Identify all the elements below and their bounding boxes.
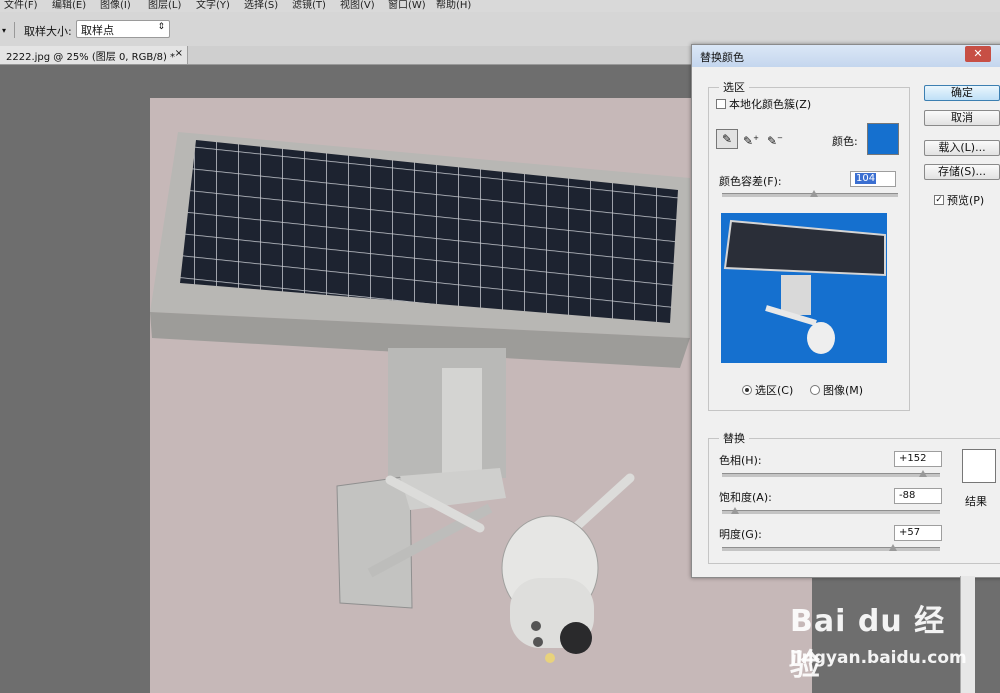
selection-mode-label: 选区(C) xyxy=(755,384,794,397)
select-arrows-icon: ⇕ xyxy=(157,22,165,32)
menu-item-5[interactable]: 选择(S) xyxy=(244,0,278,11)
menu-item-7[interactable]: 视图(V) xyxy=(340,0,375,11)
image-mode-label: 图像(M) xyxy=(823,384,864,397)
cancel-button[interactable]: 取消 xyxy=(924,110,1000,126)
eyedropper-plus-icon[interactable]: ✎+ xyxy=(740,129,762,149)
localized-clusters-label: 本地化颜色簇(Z) xyxy=(729,98,812,111)
hue-input[interactable]: +152 xyxy=(894,451,942,467)
selection-group-label: 选区 xyxy=(723,81,745,94)
document-tab[interactable]: 2222.jpg @ 25% (图层 0, RGB/8) * × xyxy=(0,46,188,64)
menu-item-6[interactable]: 滤镜(T) xyxy=(292,0,326,11)
preview-checkbox[interactable]: ✓ xyxy=(934,195,944,205)
sample-size-label: 取样大小: xyxy=(24,25,72,38)
color-label: 颜色: xyxy=(832,135,858,148)
lightness-slider[interactable] xyxy=(722,547,940,551)
replace-color-dialog: 替换颜色 ✕ 选区 本地化颜色簇(Z) ✎ ✎+ ✎− 颜色: 颜色容差(F):… xyxy=(691,44,1000,578)
close-dialog-button[interactable]: ✕ xyxy=(965,46,991,62)
menu-item-8[interactable]: 窗口(W) xyxy=(388,0,426,11)
saturation-input[interactable]: -88 xyxy=(894,488,942,504)
lightness-label: 明度(G): xyxy=(719,528,762,541)
watermark-url: jingyan.baidu.com xyxy=(790,648,967,668)
sample-size-select[interactable]: 取样点 ⇕ xyxy=(76,20,170,38)
baidu-watermark: Bai du 经验 jingyan.baidu.com xyxy=(790,590,967,690)
preview-label: 预览(P) xyxy=(947,194,985,207)
save-button[interactable]: 存储(S)... xyxy=(924,164,1000,180)
selection-mode-radio[interactable] xyxy=(742,385,752,395)
preview-thumbnail xyxy=(723,219,886,354)
selection-preview xyxy=(721,213,887,363)
fuzziness-slider-thumb[interactable] xyxy=(809,190,818,197)
eyedropper-icon[interactable]: ✎ xyxy=(716,129,738,149)
close-tab-icon[interactable]: × xyxy=(175,48,183,59)
saturation-label: 饱和度(A): xyxy=(719,491,772,504)
result-color-swatch[interactable] xyxy=(962,449,996,483)
lightness-input[interactable]: +57 xyxy=(894,525,942,541)
hue-slider-thumb[interactable] xyxy=(918,470,927,477)
dialog-title: 替换颜色 xyxy=(692,45,1000,67)
saturation-slider[interactable] xyxy=(722,510,940,514)
hue-label: 色相(H): xyxy=(719,454,762,467)
lightness-slider-thumb[interactable] xyxy=(889,544,898,551)
sample-size-value: 取样点 xyxy=(81,24,114,37)
watermark-brand: Bai du 经验 xyxy=(790,604,946,683)
menu-item-2[interactable]: 图像(I) xyxy=(100,0,131,11)
saturation-slider-thumb[interactable] xyxy=(731,507,740,514)
ok-button[interactable]: 确定 xyxy=(924,85,1000,101)
panel-scroll-strip[interactable] xyxy=(960,576,975,693)
fuzziness-input[interactable]: 104 xyxy=(850,171,896,187)
localized-clusters-checkbox[interactable] xyxy=(716,99,726,109)
fuzziness-label: 颜色容差(F): xyxy=(719,175,782,188)
menu-item-4[interactable]: 文字(Y) xyxy=(196,0,230,11)
image-mode-radio[interactable] xyxy=(810,385,820,395)
options-bar: ▾ 取样大小: 取样点 ⇕ xyxy=(0,12,1000,47)
hue-slider[interactable] xyxy=(722,473,940,477)
result-label: 结果 xyxy=(965,495,987,508)
document-tab-title: 2222.jpg @ 25% (图层 0, RGB/8) * xyxy=(6,52,176,63)
menu-item-0[interactable]: 文件(F) xyxy=(4,0,38,11)
load-button[interactable]: 载入(L)... xyxy=(924,140,1000,156)
menu-item-1[interactable]: 编辑(E) xyxy=(52,0,86,11)
menu-item-9[interactable]: 帮助(H) xyxy=(436,0,471,11)
replacement-group-label: 替换 xyxy=(723,432,745,445)
eyedropper-minus-icon[interactable]: ✎− xyxy=(764,129,786,149)
menu-item-3[interactable]: 图层(L) xyxy=(148,0,181,11)
menu-bar: 文件(F) 编辑(E) 图像(I) 图层(L) 文字(Y) 选择(S) 滤镜(T) 视图(V)… xyxy=(0,0,1000,12)
fuzziness-value: 104 xyxy=(855,173,877,184)
options-separator xyxy=(14,22,15,38)
tool-preset-dropdown-icon[interactable]: ▾ xyxy=(2,26,10,35)
selection-color-swatch[interactable] xyxy=(867,123,899,155)
